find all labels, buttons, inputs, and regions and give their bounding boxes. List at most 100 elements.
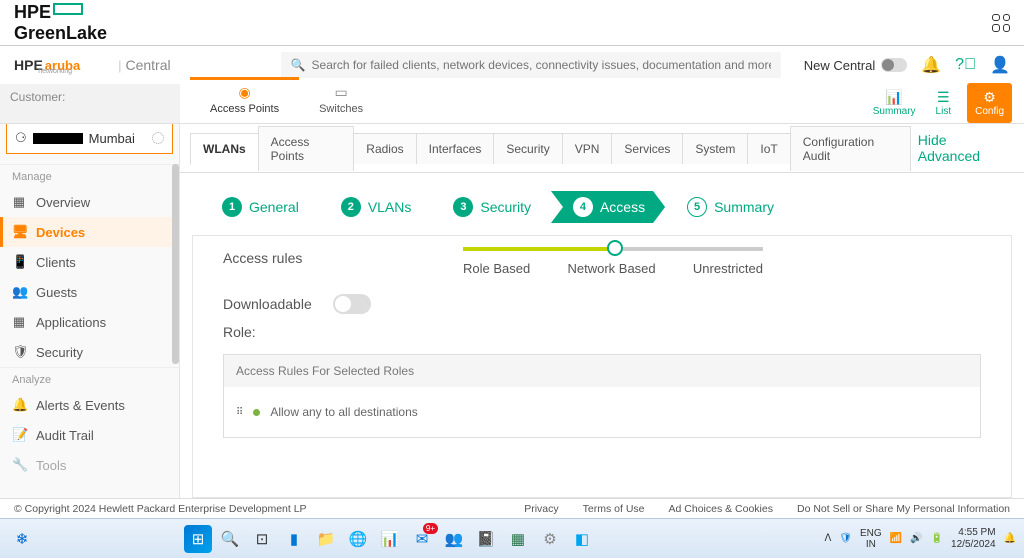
shield-icon: 🛡 [12,344,26,360]
sidebar: ⚆ Mumbai Manage ▦Overview 🖥Devices 📱Clie… [0,124,180,498]
list-button[interactable]: ☰List [926,87,962,119]
outlook-icon[interactable]: ✉9+ [408,525,436,553]
config-button[interactable]: ⚙Config [967,83,1012,123]
wizard-step-access[interactable]: 4Access [551,191,665,223]
subtab-iot[interactable]: IoT [747,133,790,164]
system-tray[interactable]: ᐱ 🛡 ENGIN 📶 🔊 🔋 4:55 PM12/5/2024 🔔 [824,527,1016,551]
footer-ads[interactable]: Ad Choices & Cookies [669,503,773,515]
tab-access-points[interactable]: ◉ Access Points [190,77,299,123]
clients-icon: 📱 [12,254,26,270]
devices-icon: 🖥 [12,224,26,240]
sidebar-item-security[interactable]: 🛡Security [0,337,179,367]
apps-grid-icon[interactable] [992,14,1010,32]
wizard-steps: 1General 2VLANs 3Security 4Access 5Summa… [180,173,1024,235]
subtab-vpn[interactable]: VPN [562,133,613,164]
wifi-icon[interactable]: 📶 [890,533,902,544]
wizard-step-summary[interactable]: 5Summary [665,191,794,223]
rule-row[interactable]: ⠿ Allow any to all destinations [224,387,980,437]
view-tabs: ◉ Access Points ▭ Switches 📊Summary ☰Lis… [180,84,1024,124]
taskbar-app-3[interactable]: ⚙ [536,525,564,553]
customer-row: Customer: ◉ Access Points ▭ Switches 📊Su… [0,84,1024,124]
tab-switches[interactable]: ▭ Switches [299,80,383,123]
search-input[interactable] [312,58,771,72]
excel-icon[interactable]: ▦ [504,525,532,553]
rules-panel: Access Rules For Selected Roles ⠿ Allow … [223,354,981,438]
scrollbar[interactable] [172,164,179,364]
guests-icon: 👥 [12,284,26,300]
sidebar-item-alerts[interactable]: 🔔Alerts & Events [0,390,179,420]
tray-chevron-icon[interactable]: ᐱ [824,533,831,544]
aruba-header: HPE aruba networking | Central 🔍 New Cen… [0,46,1024,84]
sidebar-item-applications[interactable]: ▦Applications [0,307,179,337]
notifications-icon[interactable]: 🔔 [1004,533,1016,544]
file-explorer-icon[interactable]: 📁 [312,525,340,553]
taskbar-app-2[interactable]: 📊 [376,525,404,553]
tray-shield-icon[interactable]: 🛡 [839,533,852,544]
location-selector[interactable]: ⚆ Mumbai [6,124,173,154]
taskbar-app-4[interactable]: ◧ [568,525,596,553]
hpe-box-icon [53,3,83,15]
task-view-icon[interactable]: ⊡ [248,525,276,553]
global-search[interactable]: 🔍 [281,52,781,78]
greenlake-text: GreenLake [14,23,107,43]
weather-widget[interactable]: ❄ [8,525,36,553]
onenote-icon[interactable]: 📓 [472,525,500,553]
edge-icon[interactable]: 🌐 [344,525,372,553]
sidebar-item-devices[interactable]: 🖥Devices [0,217,179,247]
taskbar-app-1[interactable]: ▮ [280,525,308,553]
greenlake-bar: HPE GreenLake [0,0,1024,46]
subtab-radios[interactable]: Radios [353,133,416,164]
audit-icon: 📝 [12,427,26,443]
rules-header: Access Rules For Selected Roles [224,355,980,387]
footer-terms[interactable]: Terms of Use [583,503,645,515]
bell-icon[interactable]: 🔔 [921,55,941,75]
subtab-interfaces[interactable]: Interfaces [416,133,495,164]
volume-icon[interactable]: 🔊 [910,533,922,544]
start-button[interactable]: ⊞ [184,525,212,553]
hide-advanced-link[interactable]: Hide Advanced [910,124,1014,172]
sidebar-item-guests[interactable]: 👥Guests [0,277,179,307]
battery-icon[interactable]: 🔋 [931,533,943,544]
slider-knob[interactable] [607,240,623,256]
aruba-logo[interactable]: HPE aruba networking | Central [14,57,171,73]
alert-icon: 🔔 [12,397,26,413]
wizard-step-security[interactable]: 3Security [431,191,551,223]
subtab-security[interactable]: Security [493,133,562,164]
hpe-text: HPE [14,2,51,22]
teams-icon[interactable]: 👥 [440,525,468,553]
search-icon: 🔍 [291,58,306,72]
slider-track[interactable] [463,247,763,251]
rule-text: Allow any to all destinations [270,405,417,419]
list-icon: ☰ [936,89,952,106]
sidebar-item-tools[interactable]: 🔧Tools [0,450,179,480]
subtab-config-audit[interactable]: Configuration Audit [790,126,911,171]
toggle-icon[interactable] [881,58,907,72]
new-central-toggle[interactable]: New Central [804,58,908,73]
footer-privacy[interactable]: Privacy [524,503,558,515]
drag-handle-icon[interactable]: ⠿ [236,407,243,418]
slider-label-unrestricted: Unrestricted [693,261,763,276]
redacted-text [33,133,83,144]
windows-taskbar: ❄ ⊞ 🔍 ⊡ ▮ 📁 🌐 📊 ✉9+ 👥 📓 ▦ ⚙ ◧ ᐱ 🛡 ENGIN … [0,518,1024,558]
wizard-step-general[interactable]: 1General [200,191,319,223]
subtab-wlans[interactable]: WLANs [190,133,259,165]
taskbar-search-icon[interactable]: 🔍 [216,525,244,553]
wizard-step-vlans[interactable]: 2VLANs [319,191,432,223]
subtab-services[interactable]: Services [611,133,683,164]
subtab-system[interactable]: System [682,133,748,164]
config-subtabs: WLANs Access Points Radios Interfaces Se… [180,124,1024,173]
apps-icon: ▦ [12,314,26,330]
sidebar-item-clients[interactable]: 📱Clients [0,247,179,277]
network-icon: ⚆ [15,130,27,146]
subtab-access-points[interactable]: Access Points [258,126,355,171]
greenlake-logo[interactable]: HPE GreenLake [14,2,107,44]
user-icon[interactable]: 👤 [990,55,1010,75]
sidebar-item-overview[interactable]: ▦Overview [0,187,179,217]
downloadable-toggle[interactable] [333,294,371,314]
footer-donotsell[interactable]: Do Not Sell or Share My Personal Informa… [797,503,1010,515]
access-rules-slider[interactable]: Role Based Network Based Unrestricted [463,244,763,276]
clock[interactable]: 4:55 PM12/5/2024 [951,527,996,551]
summary-button[interactable]: 📊Summary [863,87,926,119]
sidebar-item-audit[interactable]: 📝Audit Trail [0,420,179,450]
help-icon[interactable]: ?⃝ [955,56,976,74]
